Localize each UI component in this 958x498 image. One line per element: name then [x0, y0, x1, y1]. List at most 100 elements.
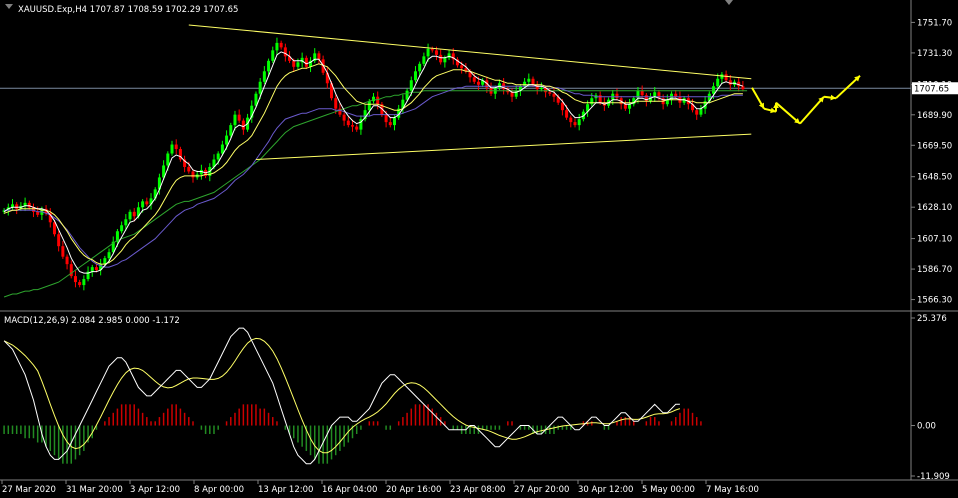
- candle-body: [346, 120, 350, 126]
- candle-body: [590, 98, 594, 105]
- time-tick-label: 3 Apr 12:00: [130, 485, 180, 495]
- candle-body: [90, 267, 94, 272]
- price-tick-label: 1648.50: [917, 173, 952, 183]
- chart-svg: XAUUSD.Exp,H4 1707.87 1708.59 1702.29 17…: [0, 0, 958, 498]
- candle-body: [388, 122, 392, 126]
- time-tick-label: 13 Apr 12:00: [258, 485, 313, 495]
- candle-body: [657, 92, 661, 99]
- candle-body: [628, 104, 632, 109]
- candle-body: [472, 77, 476, 82]
- candle-body: [187, 166, 191, 172]
- candle-body: [283, 47, 287, 57]
- candle-body: [548, 92, 552, 94]
- candle-body: [523, 81, 527, 87]
- time-tick-label: 5 May 00:00: [642, 485, 695, 495]
- candle-body: [351, 125, 355, 127]
- current-price-label: 1707.65: [914, 84, 949, 94]
- candle-body: [191, 171, 195, 178]
- candle-body: [317, 53, 321, 60]
- candle-body: [476, 81, 480, 85]
- candle-body: [724, 74, 728, 81]
- candle-body: [229, 125, 233, 136]
- candle-body: [275, 42, 279, 51]
- main-panel-header: XAUUSD.Exp,H4 1707.87 1708.59 1702.29 17…: [18, 5, 238, 15]
- candle-body: [699, 108, 703, 115]
- candle-body: [426, 48, 430, 57]
- candle-body: [267, 60, 271, 72]
- time-tick-label: 31 Mar 20:00: [66, 485, 123, 495]
- candle-body: [57, 234, 61, 247]
- candle-body: [409, 80, 413, 91]
- candle-body: [15, 204, 19, 209]
- candle-body: [145, 201, 149, 205]
- candle-body: [271, 50, 275, 61]
- candle-body: [376, 96, 380, 105]
- candle-body: [355, 126, 359, 130]
- macd-tick-label: 0.00: [917, 422, 936, 432]
- candle-body: [644, 95, 648, 102]
- price-tick-label: 1669.50: [917, 141, 952, 151]
- candle-body: [615, 93, 619, 99]
- candle-body: [653, 92, 657, 97]
- chart-window: XAUUSD.Exp,H4 1707.87 1708.59 1702.29 17…: [0, 0, 958, 498]
- candle-body: [527, 78, 531, 82]
- candle-body: [367, 101, 371, 111]
- price-tick-label: 1751.70: [917, 18, 952, 28]
- candle-body: [94, 267, 98, 271]
- candle-body: [141, 201, 145, 208]
- macd-tick-label: -11.909: [917, 472, 950, 482]
- price-tick-label: 1607.10: [917, 235, 952, 245]
- candle-body: [560, 102, 564, 111]
- candle-body: [334, 98, 338, 109]
- candle-body: [82, 279, 86, 286]
- candle-body: [623, 104, 627, 109]
- candle-body: [342, 114, 346, 121]
- candle-body: [460, 65, 464, 69]
- time-tick-label: 16 Apr 04:00: [322, 485, 377, 495]
- candle-body: [565, 110, 569, 118]
- price-tick-label: 1628.10: [917, 203, 952, 213]
- candle-body: [262, 71, 266, 82]
- candle-body: [292, 60, 296, 67]
- macd-tick-label: 25.376: [917, 314, 947, 324]
- candle-body: [712, 86, 716, 94]
- candle-body: [552, 93, 556, 97]
- price-tick-label: 1586.70: [917, 265, 952, 275]
- candle-body: [166, 153, 170, 166]
- candle-body: [741, 86, 745, 90]
- candle-body: [174, 144, 178, 150]
- candle-body: [640, 90, 644, 96]
- candle-body: [61, 246, 65, 257]
- candle-body: [233, 114, 237, 126]
- candle-body: [304, 57, 308, 67]
- price-tick-label: 1566.30: [917, 296, 952, 306]
- candle-body: [124, 219, 128, 226]
- candle-body: [279, 42, 283, 48]
- candle-body: [120, 225, 124, 232]
- candle-body: [241, 120, 245, 130]
- candle-body: [225, 135, 229, 145]
- candle-body: [258, 81, 262, 94]
- candle-body: [439, 54, 443, 63]
- candle-body: [539, 87, 543, 90]
- candle-body: [434, 50, 438, 55]
- candle-body: [237, 114, 241, 121]
- time-tick-label: 27 Mar 2020: [2, 485, 56, 495]
- time-tick-label: 23 Apr 08:00: [450, 485, 505, 495]
- time-tick-label: 30 Apr 12:00: [578, 485, 633, 495]
- candle-body: [716, 78, 720, 87]
- candle-body: [531, 78, 535, 85]
- candle-body: [128, 211, 132, 220]
- candle-body: [422, 56, 426, 64]
- macd-panel-header: MACD(12,26,9) 2.084 2.985 0.000 -1.172: [4, 316, 180, 326]
- candle-body: [510, 92, 514, 97]
- time-tick-label: 7 May 16:00: [706, 485, 759, 495]
- price-tick-label: 1731.30: [917, 49, 952, 59]
- candle-body: [296, 62, 300, 67]
- candle-body: [170, 144, 174, 154]
- candle-body: [107, 252, 111, 259]
- candle-body: [418, 63, 422, 72]
- time-tick-label: 20 Apr 16:00: [386, 485, 441, 495]
- candle-body: [695, 110, 699, 115]
- candle-body: [392, 117, 396, 126]
